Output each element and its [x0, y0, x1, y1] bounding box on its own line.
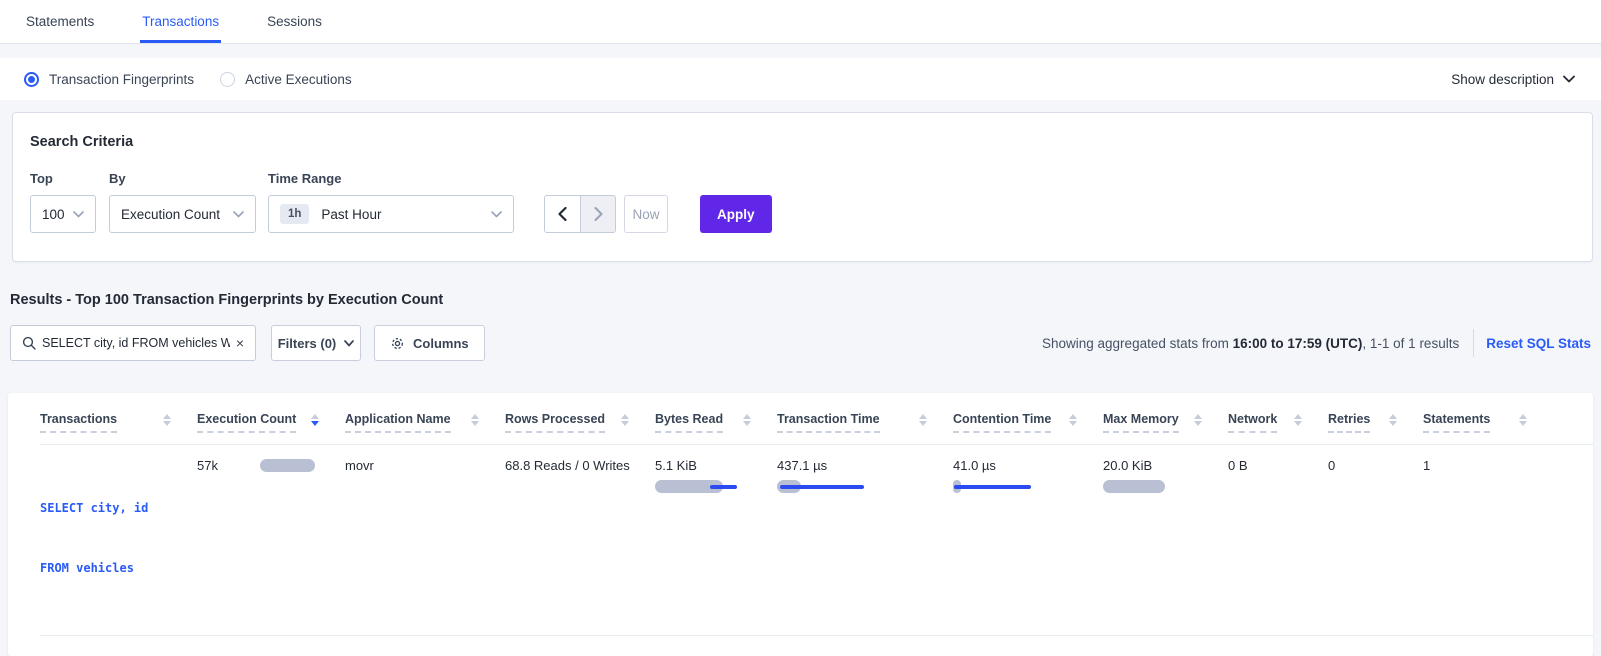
transaction-time-bar [777, 480, 943, 493]
sort-icon[interactable] [1294, 414, 1302, 426]
tab-transactions[interactable]: Transactions [140, 0, 221, 43]
divider [1473, 329, 1474, 357]
contention-time-bar [953, 480, 1093, 493]
column-header-transactions[interactable]: Transactions [40, 412, 197, 433]
column-header-bytes-read[interactable]: Bytes Read [655, 412, 777, 433]
sort-icon[interactable] [1519, 414, 1527, 426]
chevron-down-icon [233, 211, 244, 218]
chevron-down-icon [73, 211, 84, 218]
next-time-window-button[interactable] [580, 196, 615, 232]
by-select[interactable]: Execution Count [109, 195, 256, 233]
reset-sql-stats-link[interactable]: Reset SQL Stats [1486, 336, 1591, 351]
top-select-value: 100 [42, 207, 65, 222]
table-header-row: Transactions Execution Count Application… [40, 393, 1593, 445]
application-name-value: movr [345, 458, 374, 473]
tab-statements[interactable]: Statements [24, 0, 96, 43]
time-range-select[interactable]: 1h Past Hour [268, 195, 514, 233]
by-select-value: Execution Count [121, 207, 220, 222]
sort-icon[interactable] [163, 414, 171, 426]
search-input[interactable] [42, 336, 230, 350]
show-description-toggle[interactable]: Show description [1451, 72, 1575, 87]
clear-search-icon[interactable]: × [236, 336, 244, 350]
radio-label: Active Executions [245, 72, 352, 87]
results-heading: Results - Top 100 Transaction Fingerprin… [10, 292, 1601, 308]
execution-count-value: 57k [197, 458, 218, 473]
search-icon [22, 336, 36, 350]
transaction-time-value: 437.1 µs [777, 458, 943, 473]
table-row: SELECT city, id FROM vehicles 57k movr 6… [40, 445, 1593, 636]
time-range-label: Time Range [268, 171, 514, 186]
radio-transaction-fingerprints[interactable]: Transaction Fingerprints [24, 72, 194, 87]
sort-icon[interactable] [471, 414, 479, 426]
search-criteria-title: Search Criteria [30, 134, 1576, 150]
now-button[interactable]: Now [624, 195, 668, 233]
bytes-read-bar [655, 480, 767, 493]
chevron-left-icon [558, 207, 567, 221]
time-window-arrows [544, 195, 616, 233]
chevron-down-icon [491, 211, 502, 218]
show-description-label: Show description [1451, 72, 1554, 87]
rows-processed-value: 68.8 Reads / 0 Writes [505, 458, 630, 473]
aggregated-stats-text: Showing aggregated stats from 16:00 to 1… [1042, 336, 1459, 351]
column-header-network[interactable]: Network [1228, 412, 1328, 433]
radio-selected-icon [24, 72, 39, 87]
transaction-fingerprint-link[interactable]: SELECT city, id FROM vehicles [40, 458, 187, 618]
sort-icon[interactable] [743, 414, 751, 426]
contention-time-value: 41.0 µs [953, 458, 1093, 473]
stats-time-range: 16:00 to 17:59 (UTC) [1233, 336, 1363, 351]
column-header-rows-processed[interactable]: Rows Processed [505, 412, 655, 433]
sort-icon[interactable] [1069, 414, 1077, 426]
top-label: Top [30, 171, 96, 186]
previous-time-window-button[interactable] [545, 196, 580, 232]
column-header-execution-count[interactable]: Execution Count [197, 412, 345, 433]
time-range-value: Past Hour [321, 207, 381, 222]
view-toggle-bar: Transaction Fingerprints Active Executio… [0, 58, 1601, 100]
column-header-max-memory[interactable]: Max Memory [1103, 412, 1228, 433]
bytes-read-value: 5.1 KiB [655, 458, 767, 473]
column-header-application-name[interactable]: Application Name [345, 412, 505, 433]
transactions-table: Transactions Execution Count Application… [8, 393, 1593, 656]
statements-value: 1 [1423, 458, 1430, 473]
column-header-contention-time[interactable]: Contention Time [953, 412, 1103, 433]
retries-value: 0 [1328, 458, 1335, 473]
radio-unselected-icon [220, 72, 235, 87]
execution-count-bar [260, 459, 315, 472]
sort-icon[interactable] [919, 414, 927, 426]
sort-icon[interactable] [311, 414, 319, 426]
chevron-down-icon [344, 340, 354, 347]
radio-label: Transaction Fingerprints [49, 72, 194, 87]
filters-label: Filters (0) [278, 336, 337, 351]
gear-icon [390, 336, 405, 351]
sort-icon[interactable] [1389, 414, 1397, 426]
search-criteria-panel: Search Criteria Top 100 By Execution Cou… [12, 112, 1593, 262]
tab-sessions[interactable]: Sessions [265, 0, 324, 43]
chevron-down-icon [1563, 75, 1575, 83]
max-memory-bar [1103, 480, 1218, 493]
max-memory-value: 20.0 KiB [1103, 458, 1218, 473]
search-box[interactable]: × [10, 325, 256, 361]
chevron-right-icon [594, 207, 603, 221]
radio-active-executions[interactable]: Active Executions [220, 72, 352, 87]
column-header-retries[interactable]: Retries [1328, 412, 1423, 433]
columns-label: Columns [413, 336, 469, 351]
sort-icon[interactable] [621, 414, 629, 426]
by-label: By [109, 171, 256, 186]
columns-button[interactable]: Columns [374, 325, 485, 361]
sort-icon[interactable] [1194, 414, 1202, 426]
results-toolbar: × Filters (0) Columns Showing aggregated… [10, 325, 1593, 361]
time-range-badge: 1h [280, 204, 309, 224]
column-header-statements[interactable]: Statements [1423, 412, 1553, 433]
column-header-transaction-time[interactable]: Transaction Time [777, 412, 953, 433]
filters-button[interactable]: Filters (0) [271, 325, 361, 361]
network-value: 0 B [1228, 458, 1248, 473]
apply-button[interactable]: Apply [700, 195, 772, 233]
page-tabs: Statements Transactions Sessions [0, 0, 1601, 44]
top-select[interactable]: 100 [30, 195, 96, 233]
